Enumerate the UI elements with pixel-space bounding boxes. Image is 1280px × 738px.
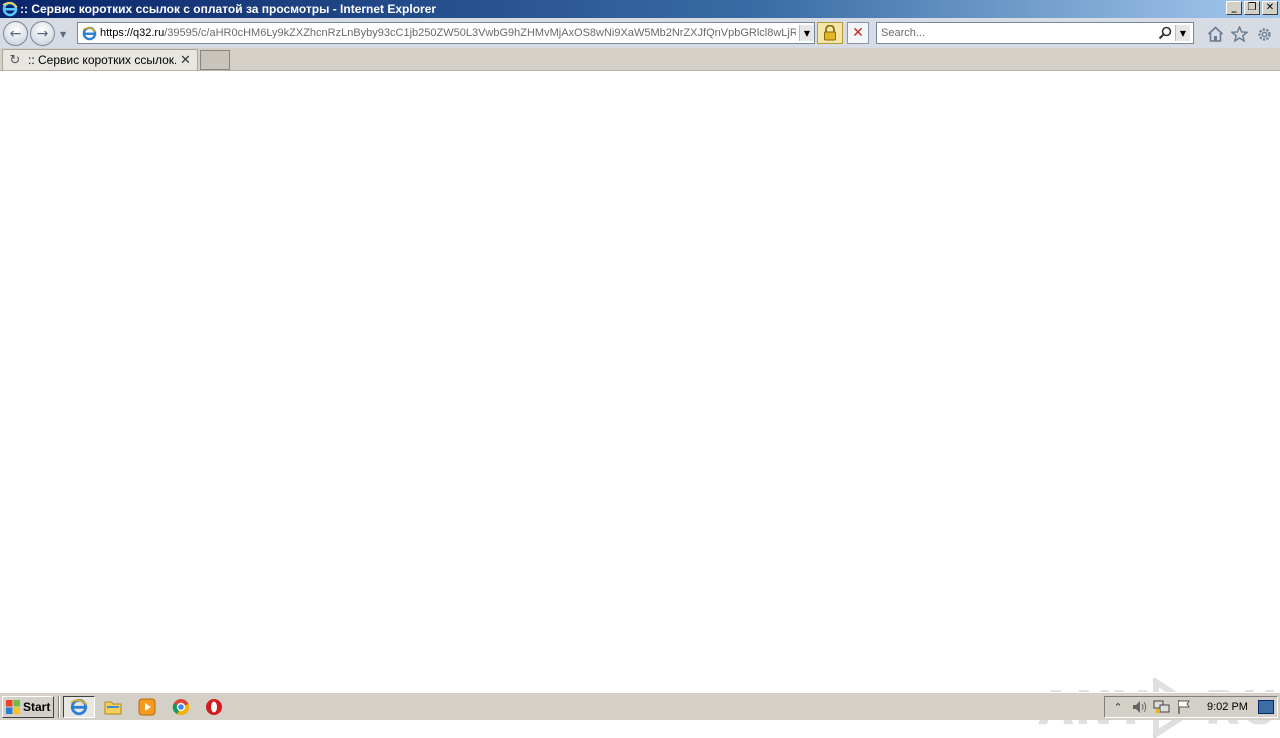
network-icon[interactable] bbox=[1153, 698, 1171, 716]
taskbar: Start ⌃ 9:02 PM bbox=[0, 692, 1280, 720]
media-player-icon[interactable] bbox=[138, 698, 156, 716]
chrome-icon[interactable] bbox=[172, 698, 190, 716]
tab-label: :: Сервис коротких ссылок... bbox=[28, 53, 176, 67]
tab-active[interactable]: ↻ :: Сервис коротких ссылок... ✕ bbox=[2, 49, 198, 70]
home-icon[interactable] bbox=[1206, 25, 1224, 43]
page-ie-icon bbox=[80, 24, 98, 42]
notification-area: ⌃ 9:02 PM bbox=[1104, 696, 1278, 718]
tab-bar: ↻ :: Сервис коротких ссылок... ✕ bbox=[0, 48, 1280, 71]
window-titlebar: :: Сервис коротких ссылок с оплатой за п… bbox=[0, 0, 1280, 18]
navigation-bar: ← → ▼ https://q32.ru/39595/c/aHR0cHM6Ly9… bbox=[0, 18, 1280, 48]
close-button[interactable]: ✕ bbox=[1262, 1, 1278, 15]
start-label: Start bbox=[23, 700, 51, 714]
show-desktop-icon[interactable] bbox=[1257, 700, 1274, 714]
taskbar-ie-button[interactable] bbox=[63, 696, 95, 718]
url-host: https://q32.ru bbox=[100, 27, 165, 39]
address-url[interactable]: https://q32.ru/39595/c/aHR0cHM6Ly9kZXZhc… bbox=[100, 27, 796, 39]
search-box[interactable]: ▼ bbox=[876, 22, 1194, 44]
address-bar[interactable]: https://q32.ru/39595/c/aHR0cHM6Ly9kZXZhc… bbox=[77, 22, 815, 44]
search-dropdown-button[interactable]: ▼ bbox=[1175, 25, 1190, 41]
windows-flag-icon bbox=[5, 699, 21, 715]
back-icon: ← bbox=[9, 25, 22, 42]
stop-button[interactable]: ✕ bbox=[847, 22, 869, 44]
lock-icon bbox=[824, 25, 836, 41]
forward-icon: → bbox=[36, 25, 49, 42]
tools-gear-icon[interactable] bbox=[1255, 25, 1273, 43]
opera-icon[interactable] bbox=[205, 698, 223, 716]
loading-spinner-icon: ↻ bbox=[9, 52, 21, 68]
url-path: /39595/c/aHR0cHM6Ly9kZXZhcnRzLnByby93cC1… bbox=[164, 27, 796, 39]
volume-icon[interactable] bbox=[1131, 698, 1149, 716]
taskbar-separator bbox=[58, 696, 60, 718]
window-title: :: Сервис коротких ссылок с оплатой за п… bbox=[20, 2, 437, 16]
search-input[interactable] bbox=[881, 27, 1157, 39]
start-button[interactable]: Start bbox=[2, 696, 54, 718]
ie-icon bbox=[2, 1, 18, 17]
show-hidden-icons-arrow-icon[interactable]: ⌃ bbox=[1109, 698, 1127, 716]
minimize-button[interactable]: _ bbox=[1226, 1, 1242, 15]
favorites-star-icon[interactable] bbox=[1230, 25, 1248, 43]
stop-icon: ✕ bbox=[852, 25, 864, 41]
restore-button[interactable]: ❐ bbox=[1244, 1, 1260, 15]
address-dropdown-button[interactable]: ▼ bbox=[799, 25, 814, 41]
taskbar-clock[interactable]: 9:02 PM bbox=[1207, 701, 1248, 713]
tab-close-button[interactable]: ✕ bbox=[180, 53, 191, 68]
search-icon[interactable] bbox=[1157, 25, 1173, 41]
back-button[interactable]: ← bbox=[3, 21, 28, 46]
security-report-button[interactable] bbox=[817, 22, 843, 44]
new-tab-button[interactable] bbox=[200, 50, 230, 70]
page-content: ANY RUN bbox=[0, 71, 1280, 738]
ie-icon bbox=[70, 698, 88, 716]
recent-pages-dropdown[interactable]: ▼ bbox=[60, 30, 69, 39]
action-center-flag-icon[interactable] bbox=[1175, 698, 1193, 716]
folder-icon[interactable] bbox=[104, 698, 122, 716]
forward-button[interactable]: → bbox=[30, 21, 55, 46]
